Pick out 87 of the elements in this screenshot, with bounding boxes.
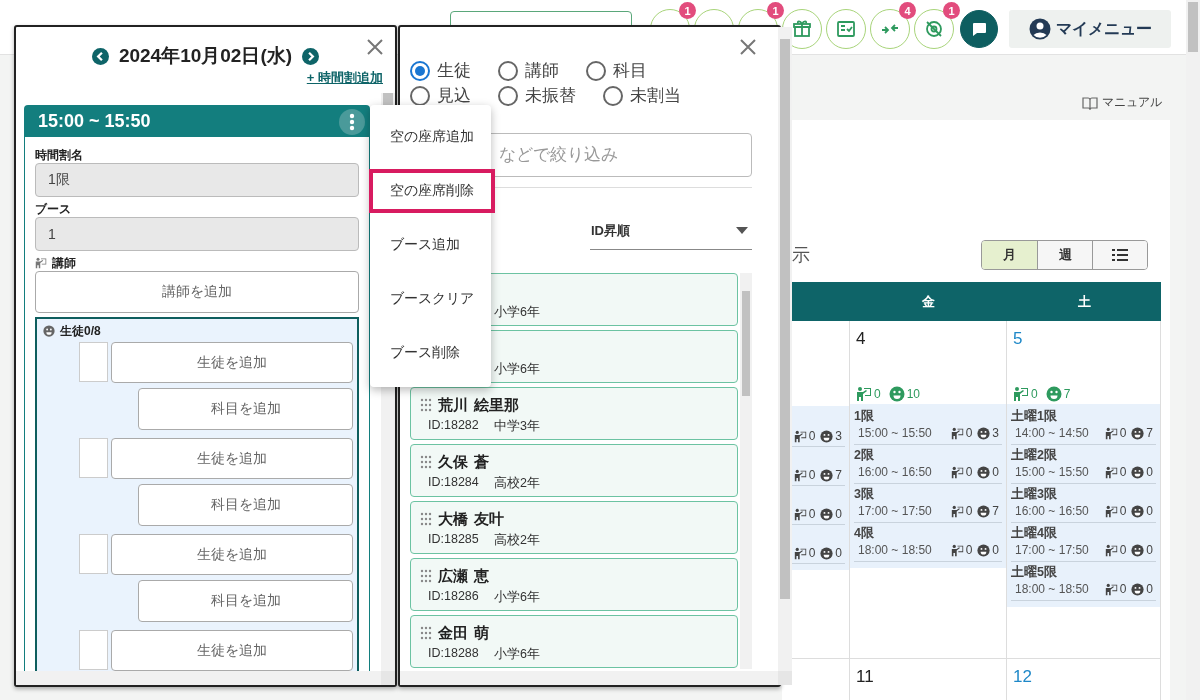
teacher-count: 0: [1119, 426, 1127, 440]
student-count: 7: [992, 504, 999, 518]
period-name: 土曜3限: [1011, 486, 1058, 503]
student-count: 0: [1146, 504, 1153, 518]
student-count: 0: [1146, 543, 1153, 557]
student-count: 7: [835, 468, 842, 482]
view-title: 示: [792, 244, 810, 267]
student-id: ID:18286: [428, 589, 480, 605]
period-time: 17:00 ~ 17:50: [1015, 543, 1089, 557]
student-total: 10: [906, 387, 921, 401]
teacher-count: 0: [808, 546, 816, 560]
student-given-name: 恵: [474, 566, 489, 586]
student-grade: 中学3年: [494, 418, 540, 435]
period-name: 3限: [854, 486, 875, 503]
student-count: 0: [992, 543, 999, 557]
student-given-name: 絵里那: [474, 395, 519, 415]
date-number: 4: [855, 329, 867, 350]
period-name: 4限: [854, 525, 875, 542]
student-id: ID:18284: [428, 475, 480, 491]
student-grade: 高校2年: [494, 532, 540, 549]
period-name: 土曜2限: [1011, 447, 1058, 464]
student-count: 0: [835, 507, 842, 521]
notification-badge: 4: [899, 2, 916, 19]
period-name: 1限: [854, 408, 875, 425]
student-grade: 小学6年: [494, 589, 540, 606]
field-label: 講師: [52, 254, 76, 272]
student-id: ID:18285: [428, 532, 480, 548]
student-surname: 金田: [438, 623, 469, 643]
student-given-name: 萌: [474, 623, 489, 643]
student-count: 7: [1146, 426, 1153, 440]
period-name: 土曜1限: [1011, 408, 1058, 425]
student-count: 0: [835, 546, 842, 560]
period-time: 14:00 ~ 14:50: [1015, 426, 1089, 440]
student-surname: 大橋: [438, 509, 469, 529]
period-time: 16:00 ~ 16:50: [1015, 504, 1089, 518]
notification-badge: 1: [679, 2, 696, 19]
teacher-total: 0: [874, 387, 881, 401]
student-count: 3: [992, 426, 999, 440]
teacher-count: 0: [1119, 582, 1127, 596]
notification-badge: 1: [943, 2, 960, 19]
student-given-name: 蒼: [474, 452, 489, 472]
teacher-count: 0: [965, 426, 973, 440]
period-time: 17:00 ~ 17:50: [858, 504, 932, 518]
student-grade: 小学6年: [494, 646, 540, 663]
students-label: 生徒0/8: [60, 322, 101, 340]
student-grade: 小学6年: [494, 361, 540, 378]
student-count: 0: [992, 465, 999, 479]
student-grade: 高校2年: [494, 475, 540, 492]
student-total: 7: [1063, 387, 1071, 401]
period-time: 18:00 ~ 18:50: [1015, 582, 1089, 596]
student-surname: 荒川: [438, 395, 469, 415]
field-label: 時間割名: [35, 147, 84, 163]
student-surname: 広瀬: [438, 566, 469, 586]
weekday-header: 金: [850, 282, 1007, 321]
period-name: 土曜4限: [1011, 525, 1058, 542]
teacher-count: 0: [1119, 465, 1127, 479]
teacher-count: 0: [808, 468, 816, 482]
student-id: ID:18288: [428, 646, 480, 662]
teacher-count: 0: [1119, 543, 1127, 557]
student-given-name: 友叶: [474, 509, 504, 529]
weekday-header: 土: [1007, 282, 1161, 321]
date-number: 11: [855, 667, 875, 688]
date-number: 5: [1012, 329, 1024, 350]
student-count: 3: [835, 429, 842, 443]
teacher-count: 0: [965, 543, 973, 557]
period-time: 15:00 ~ 15:50: [1015, 465, 1089, 479]
period-time: 18:00 ~ 18:50: [858, 543, 932, 557]
student-id: ID:18282: [428, 418, 480, 434]
period-name: 土曜5限: [1011, 564, 1058, 581]
student-grade: 小学6年: [494, 304, 540, 321]
date-number: 12: [1012, 667, 1033, 688]
period-time: 15:00 ~ 15:50: [38, 111, 151, 132]
period-name: 2限: [854, 447, 875, 464]
student-surname: 久保: [438, 452, 469, 472]
student-count: 0: [1146, 465, 1153, 479]
field-label: ブース: [35, 201, 72, 217]
teacher-count: 0: [808, 429, 816, 443]
teacher-count: 0: [965, 465, 973, 479]
date-title: 2024年10月02日(水): [118, 44, 293, 68]
teacher-count: 0: [965, 504, 973, 518]
notification-badge: 1: [767, 2, 784, 19]
teacher-count: 0: [1119, 504, 1127, 518]
student-count: 0: [1146, 582, 1153, 596]
teacher-total: 0: [1031, 387, 1038, 401]
period-time: 15:00 ~ 15:50: [858, 426, 932, 440]
period-time: 16:00 ~ 16:50: [858, 465, 932, 479]
teacher-count: 0: [808, 507, 816, 521]
